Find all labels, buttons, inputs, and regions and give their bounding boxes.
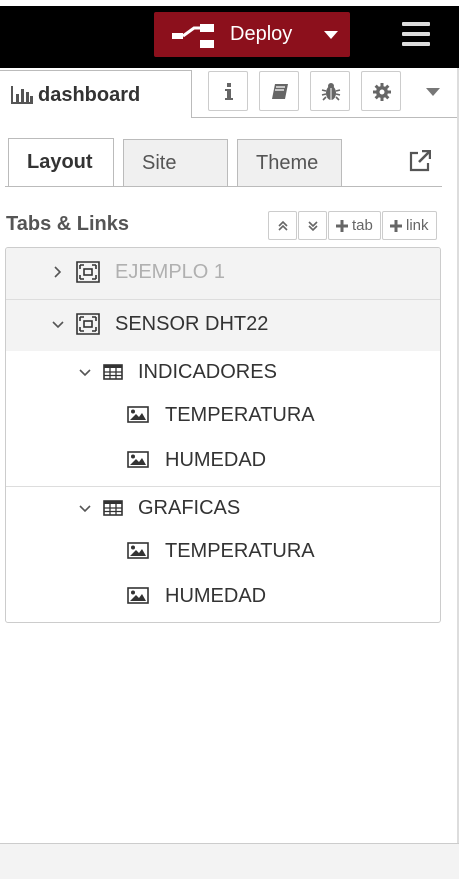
image-icon [127,406,149,423]
section-title: Tabs & Links [6,213,129,235]
tree-widget-row[interactable]: TEMPERATURA [6,531,440,576]
info-button[interactable] [208,71,248,111]
tab-theme-label: Theme [256,152,319,174]
tree-widget-label: HUMEDAD [165,449,267,471]
tab-site-label: Site [142,152,177,174]
table-icon [103,500,123,516]
menu-icon[interactable] [402,22,430,46]
tree-group-label: INDICADORES [138,361,277,383]
add-tab-button[interactable]: tab [328,211,381,240]
sidebar-header: dashboard [0,68,459,118]
tree-tab-label: SENSOR DHT22 [115,313,269,335]
bar-chart-icon [11,86,33,104]
add-tab-label: tab [352,217,373,234]
help-button[interactable] [259,71,299,111]
expand-all-button[interactable] [298,211,327,240]
tree-tab-label: EJEMPLO 1 [115,261,226,283]
tab-site[interactable]: Site [123,139,228,186]
image-icon [127,587,149,604]
deploy-button[interactable]: Deploy [154,12,350,57]
image-icon [127,542,149,559]
gear-icon [373,83,391,101]
add-link-button[interactable]: link [382,211,437,240]
tab-frame-icon [76,313,100,335]
chevron-down-icon[interactable] [78,504,92,514]
tree-widget-label: HUMEDAD [165,585,267,607]
debug-button[interactable] [310,71,350,111]
tree-widget-row[interactable]: TEMPERATURA [6,395,440,440]
info-icon [225,83,233,100]
chevron-down-icon[interactable] [78,368,92,378]
tab-theme[interactable]: Theme [237,139,342,186]
plus-icon [390,220,402,232]
header-top-strip [0,0,459,6]
double-chevron-down-icon [308,221,318,232]
deploy-flow-icon [172,24,214,48]
image-icon [127,451,149,468]
tree-widget-label: TEMPERATURA [165,404,315,426]
settings-button[interactable] [361,71,401,111]
tree-tab-row[interactable]: EJEMPLO 1 [6,248,440,299]
book-icon [272,84,288,99]
divider [5,186,442,187]
tree-group-row[interactable]: GRAFICAS [6,487,440,531]
tree-tab-row[interactable]: SENSOR DHT22 [6,300,440,351]
chevron-down-icon[interactable] [51,320,65,330]
deploy-label: Deploy [230,23,293,45]
tree-widget-row[interactable]: HUMEDAD [6,576,440,621]
tree-group-label: GRAFICAS [138,497,241,519]
plus-icon [336,220,348,232]
double-chevron-up-icon [278,220,288,231]
tree-group-row[interactable]: INDICADORES [6,351,440,395]
chevron-down-icon[interactable] [324,31,338,39]
footer-bar [0,843,459,879]
tab-layout-label: Layout [27,151,93,173]
header-bar: Deploy [0,0,459,68]
tab-layout[interactable]: Layout [8,138,114,187]
bug-icon [321,83,341,101]
chevron-down-icon[interactable] [426,88,440,96]
table-icon [103,364,123,380]
chevron-right-icon[interactable] [53,265,63,279]
collapse-all-button[interactable] [268,211,297,240]
layout-tree: EJEMPLO 1 SENSOR DHT22 INDICADORES TEMPE… [5,247,441,623]
add-link-label: link [406,217,429,234]
tab-bar: Layout Site Theme [0,138,459,188]
external-link-icon[interactable] [409,150,431,172]
divider [192,117,459,118]
tab-frame-icon [76,261,100,283]
tree-widget-row[interactable]: HUMEDAD [6,440,440,485]
tab-dashboard[interactable]: dashboard [0,70,192,118]
sidebar-title: dashboard [38,84,141,106]
tree-widget-label: TEMPERATURA [165,540,315,562]
